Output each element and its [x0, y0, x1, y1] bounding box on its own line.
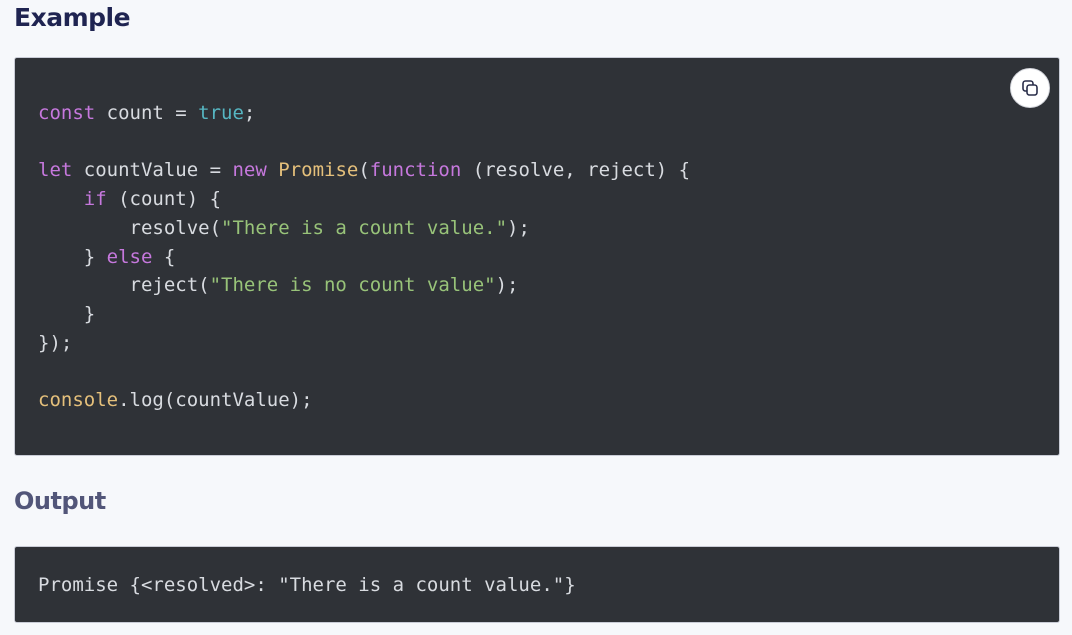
output-heading: Output: [14, 487, 106, 515]
code-line: });: [38, 332, 72, 354]
code-token: Promise: [278, 159, 359, 182]
code-token: (resolve, reject) {: [461, 159, 691, 182]
code-token: const: [38, 102, 96, 124]
code-token: });: [38, 331, 73, 354]
output-code-block: Promise {<resolved>: "There is a count v…: [14, 546, 1060, 623]
code-line: } else {: [38, 245, 176, 268]
code-line: reject("There is no count value");: [38, 274, 519, 297]
code-token: }: [38, 302, 96, 325]
code-token: resolve(: [38, 216, 222, 239]
code-line: if (count) {: [38, 188, 221, 210]
code-line: }: [38, 303, 95, 325]
code-token: reject(: [38, 274, 210, 297]
code-token: );: [495, 274, 519, 297]
code-token: count =: [95, 102, 199, 124]
code-line: console.log(countValue);: [38, 389, 313, 411]
code-token: new: [232, 159, 267, 182]
code-token: }: [38, 245, 107, 268]
code-token: .log(countValue);: [118, 389, 313, 412]
code-token: (count) {: [106, 188, 222, 211]
code-token: ;: [243, 102, 256, 124]
code-line: let countValue = new Promise(function (r…: [38, 159, 690, 181]
code-token: else: [106, 245, 153, 268]
copy-icon: [1020, 78, 1040, 98]
output-text: Promise {<resolved>: "There is a count v…: [38, 574, 576, 596]
example-heading: Example: [14, 3, 131, 32]
example-code-block[interactable]: const count = true; let countValue = new…: [14, 57, 1060, 456]
code-token: "There is a count value.": [221, 216, 508, 239]
code-token: "There is no count value": [209, 274, 496, 297]
code-token: {: [152, 245, 176, 268]
code-token: );: [507, 216, 530, 239]
code-token: countValue =: [72, 159, 233, 182]
copy-code-button[interactable]: [1010, 68, 1050, 108]
code-token: function: [369, 159, 462, 182]
code-token: let: [38, 159, 73, 182]
code-token: true: [198, 102, 244, 124]
code-token: console: [38, 389, 119, 412]
code-token: (: [358, 159, 370, 182]
code-line: const count = true;: [38, 102, 255, 124]
code-line: resolve("There is a count value.");: [38, 217, 530, 239]
example-code-text: const count = true; let countValue = new…: [38, 99, 690, 415]
code-token: if: [83, 188, 107, 211]
